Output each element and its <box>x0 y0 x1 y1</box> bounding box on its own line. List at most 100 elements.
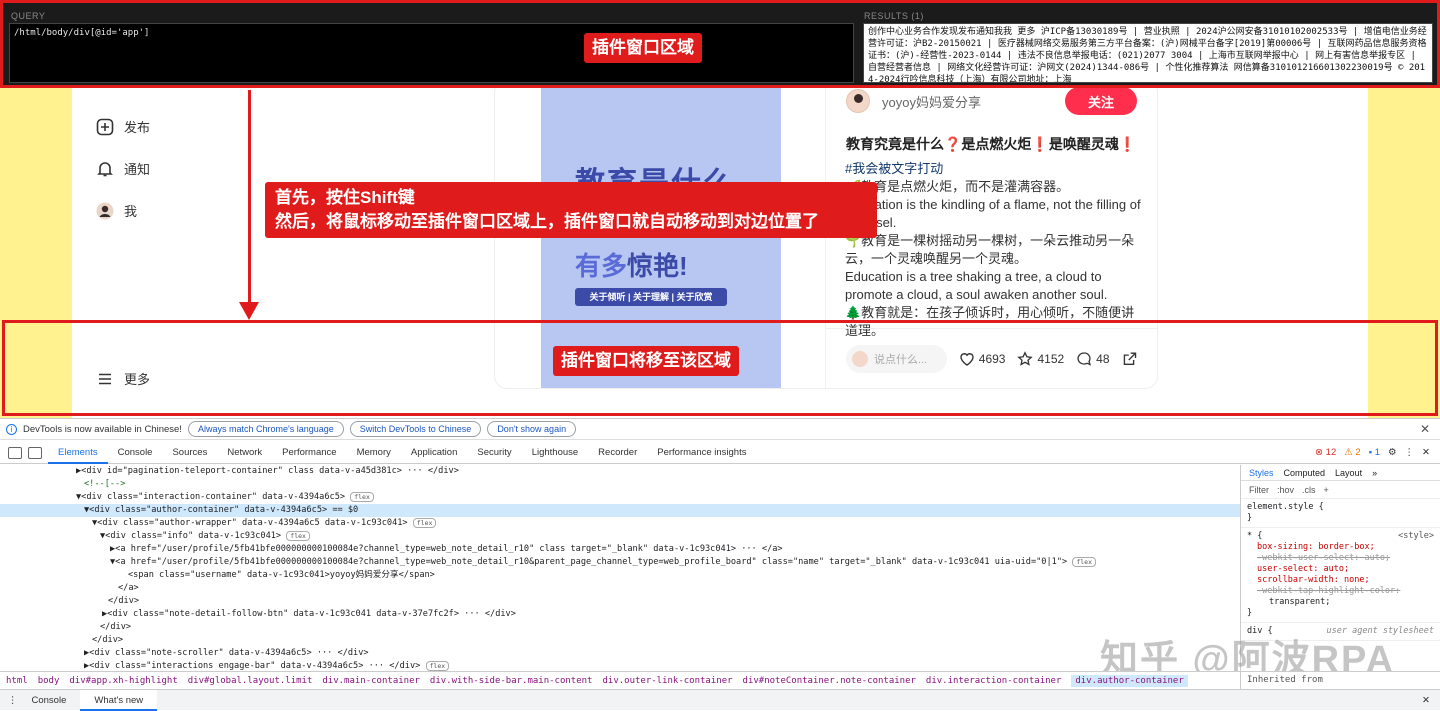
tab-application[interactable]: Application <box>401 442 467 464</box>
drawer-tab-console[interactable]: Console <box>18 690 81 711</box>
body-line: 🌱教育是点燃火炬，而不是灌满容器。 <box>845 179 1070 194</box>
devtools-infobar: i DevTools is now available in Chinese! … <box>0 418 1440 440</box>
more-icon[interactable]: ⋮ <box>1405 447 1415 458</box>
dom-line[interactable]: ▼<div class="interaction-container" data… <box>0 491 1240 504</box>
image-pill: 关于倾听 | 关于理解 | 关于欣赏 <box>575 288 727 306</box>
close-icon[interactable]: ✕ <box>1422 695 1430 706</box>
image-text: 有多惊艳! <box>575 251 688 281</box>
plus-icon[interactable]: + <box>1324 485 1329 495</box>
breadcrumb-item[interactable]: div#global.layout.limit <box>188 676 313 686</box>
arrow-line <box>248 90 251 312</box>
dom-line[interactable]: ▼<div class="author-wrapper" data-v-4394… <box>0 517 1240 530</box>
dom-line[interactable]: </a> <box>0 582 1240 595</box>
dom-line[interactable]: </div> <box>0 634 1240 647</box>
info-count[interactable]: ▪ 1 <box>1369 447 1380 458</box>
gear-icon[interactable]: ⚙ <box>1388 447 1397 458</box>
breadcrumb-item-active[interactable]: div.author-container <box>1071 674 1188 687</box>
dom-line[interactable]: </div> <box>0 621 1240 634</box>
breadcrumb-item[interactable]: div.with-side-bar.main-content <box>430 676 593 686</box>
author-name[interactable]: yoyoy妈妈爱分享 <box>882 92 1065 111</box>
body-line: 🌱教育是一棵树摇动另一棵树，一朵云推动另一朵云，一个灵魂唤醒另一个灵魂。 <box>845 233 1135 266</box>
tab-recorder[interactable]: Recorder <box>588 442 647 464</box>
sidebar-item-label: 我 <box>124 204 138 219</box>
sidebar-item-publish[interactable]: 发布 <box>96 117 150 136</box>
styles-filter[interactable]: Filter :hov .cls + <box>1241 481 1440 499</box>
close-icon[interactable]: ✕ <box>1420 422 1430 436</box>
chevron-right-icon[interactable]: » <box>1372 468 1377 478</box>
plugin-area-label: 插件窗口区域 <box>584 33 702 63</box>
hashtag-link[interactable]: #我会被文字打动 <box>845 160 1143 178</box>
breadcrumb-item[interactable]: div#noteContainer.note-container <box>743 676 916 686</box>
tab-console[interactable]: Console <box>108 442 163 464</box>
css-rule: * {<style> box-sizing: border-box; -webk… <box>1241 528 1440 623</box>
target-zone-label: 插件窗口将移至该区域 <box>553 346 739 376</box>
more-icon[interactable]: ⋮ <box>0 695 18 706</box>
sidebar-item-me[interactable]: 我 <box>96 201 137 220</box>
tab-memory[interactable]: Memory <box>347 442 401 464</box>
tab-styles[interactable]: Styles <box>1249 468 1274 478</box>
tab-elements[interactable]: Elements <box>48 442 108 464</box>
tab-performance[interactable]: Performance <box>272 442 346 464</box>
note-body: #我会被文字打动 🌱教育是点燃火炬，而不是灌满容器。 Education is … <box>845 160 1143 340</box>
dom-line[interactable]: ▶<div class="interactions engage-bar" da… <box>0 660 1240 671</box>
breadcrumb-item[interactable]: div#app.xh-highlight <box>69 676 177 686</box>
xpath-plugin-window[interactable]: QUERY RESULTS (1) /html/body/div[@id='ap… <box>0 0 1440 88</box>
dom-line-selected[interactable]: ▼<div class="author-container" data-v-43… <box>0 504 1240 517</box>
tab-layout[interactable]: Layout <box>1335 468 1362 478</box>
author-avatar[interactable] <box>846 89 870 113</box>
arrow-down-icon <box>239 302 259 320</box>
cls-toggle[interactable]: .cls <box>1302 485 1316 495</box>
dom-line[interactable]: ▶<div id="pagination-teleport-container"… <box>0 465 1240 478</box>
tab-network[interactable]: Network <box>217 442 272 464</box>
match-language-button[interactable]: Always match Chrome's language <box>187 421 344 437</box>
body-line: Education is the kindling of a flame, no… <box>845 197 1141 230</box>
device-toggle-icon[interactable] <box>28 446 42 459</box>
filter-input[interactable]: Filter <box>1249 485 1269 495</box>
body-line: Education is a tree shaking a tree, a cl… <box>845 269 1108 302</box>
breadcrumb-item[interactable]: div.interaction-container <box>926 676 1061 686</box>
breadcrumb-item[interactable]: div.main-container <box>322 676 420 686</box>
dom-line[interactable]: ▶<div class="note-detail-follow-btn" dat… <box>0 608 1240 621</box>
devtools-tabs: Elements Console Sources Network Perform… <box>0 442 1440 464</box>
avatar <box>96 202 114 219</box>
tab-security[interactable]: Security <box>467 442 521 464</box>
close-icon[interactable]: ✕ <box>1422 447 1430 458</box>
switch-chinese-button[interactable]: Switch DevTools to Chinese <box>349 421 482 437</box>
dom-line[interactable]: <span class="username" data-v-1c93c041>y… <box>0 569 1240 582</box>
breadcrumb-item[interactable]: body <box>38 676 60 686</box>
hov-toggle[interactable]: :hov <box>1277 485 1294 495</box>
dom-line[interactable]: <!--[--> <box>0 478 1240 491</box>
elements-panel: ▶<div id="pagination-teleport-container"… <box>0 465 1240 671</box>
tab-sources[interactable]: Sources <box>162 442 217 464</box>
query-label: QUERY <box>11 11 46 21</box>
info-icon: i <box>6 423 17 435</box>
dom-line[interactable]: ▶<div class="note-scroller" data-v-4394a… <box>0 647 1240 660</box>
instruction-label: 首先，按住Shift键 然后，将鼠标移动至插件窗口区域上，插件窗口就自动移动到对… <box>265 182 877 238</box>
dom-line[interactable]: ▼<a href="/user/profile/5fb41bfe00000000… <box>0 556 1240 569</box>
drawer-tab-whats-new[interactable]: What's new <box>80 689 158 711</box>
error-count[interactable]: ⊗ 12 <box>1315 447 1336 458</box>
sidebar-item-label: 通知 <box>124 162 151 177</box>
tab-performance-insights[interactable]: Performance insights <box>647 442 756 464</box>
query-input[interactable]: /html/body/div[@id='app'] <box>9 23 854 83</box>
inspect-icon[interactable] <box>8 446 22 459</box>
breadcrumb-item[interactable]: div.outer-link-container <box>602 676 732 686</box>
sidebar-item-notify[interactable]: 通知 <box>96 159 150 178</box>
breadcrumb-item[interactable]: html <box>6 676 28 686</box>
warning-count[interactable]: ⚠ 2 <box>1344 447 1360 458</box>
follow-button[interactable]: 关注 <box>1065 87 1137 115</box>
dont-show-button[interactable]: Don't show again <box>487 421 577 437</box>
infobar-message: DevTools is now available in Chinese! <box>23 423 182 435</box>
inherited-label: Inherited from div#global.layout.limit <box>1240 671 1440 702</box>
css-rule: element.style { } <box>1241 499 1440 528</box>
results-output: 创作中心业务合作发现发布通知我我 更多 沪ICP备13030189号 | 营业执… <box>863 23 1433 83</box>
tab-computed[interactable]: Computed <box>1284 468 1326 478</box>
styles-tabs: Styles Computed Layout » <box>1241 465 1440 481</box>
dom-line[interactable]: ▶<a href="/user/profile/5fb41bfe00000000… <box>0 543 1240 556</box>
sidebar-item-label: 发布 <box>124 120 151 135</box>
tab-lighthouse[interactable]: Lighthouse <box>522 442 588 464</box>
dom-line[interactable]: ▼<div class="info" data-v-1c93c041> flex <box>0 530 1240 543</box>
dom-line[interactable]: </div> <box>0 595 1240 608</box>
author-container: yoyoy妈妈爱分享 关注 <box>846 86 1137 116</box>
plus-square-icon <box>96 118 114 135</box>
